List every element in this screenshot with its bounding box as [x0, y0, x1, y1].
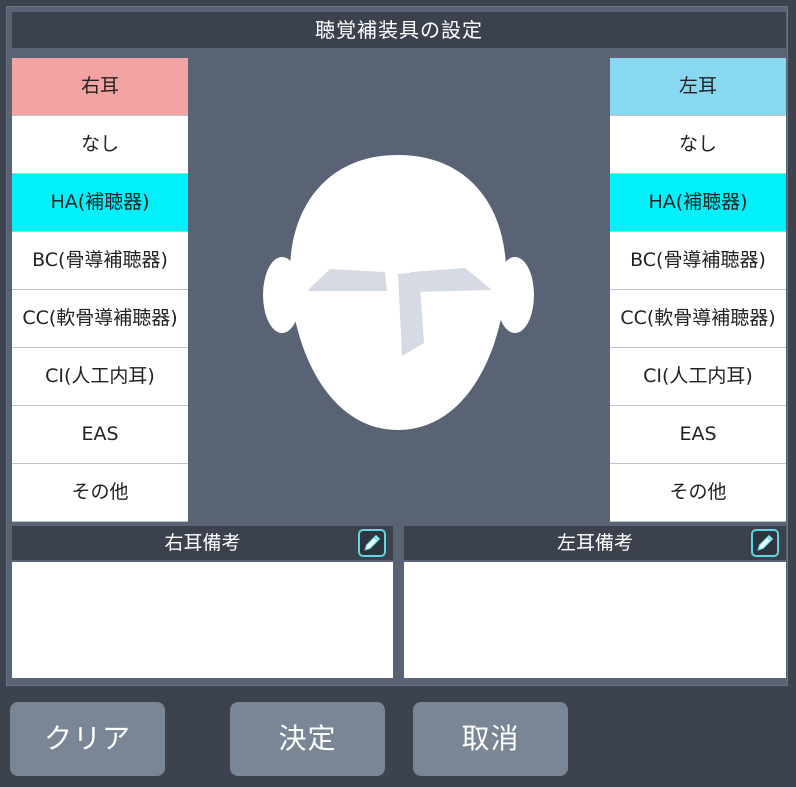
right-ear-memo-panel: 右耳備考 [12, 526, 393, 678]
left-ear-memo-panel: 左耳備考 [404, 526, 786, 678]
left-ear-list: 左耳 なし HA(補聴器) BC(骨導補聴器) CC(軟骨導補聴器) CI(人工… [610, 58, 786, 522]
left-ear-option-ha[interactable]: HA(補聴器) [610, 174, 786, 231]
right-ear-option-cc[interactable]: CC(軟骨導補聴器) [12, 290, 188, 347]
left-ear-option-cc[interactable]: CC(軟骨導補聴器) [610, 290, 786, 347]
left-ear-option-ci[interactable]: CI(人工内耳) [610, 348, 786, 405]
left-ear-memo-label: 左耳備考 [404, 526, 786, 560]
confirm-button[interactable]: 決定 [230, 702, 385, 776]
left-ear-option-eas[interactable]: EAS [610, 406, 786, 463]
face-illustration [263, 155, 534, 430]
right-ear-option-ha[interactable]: HA(補聴器) [12, 174, 188, 231]
left-ear-option-none[interactable]: なし [610, 116, 786, 173]
right-ear-memo-label: 右耳備考 [12, 526, 393, 560]
right-ear-header: 右耳 [12, 58, 188, 115]
right-ear-option-eas[interactable]: EAS [12, 406, 188, 463]
pencil-icon[interactable] [358, 529, 386, 557]
right-ear-option-other[interactable]: その他 [12, 464, 188, 521]
left-ear-option-bc[interactable]: BC(骨導補聴器) [610, 232, 786, 289]
right-ear-option-bc[interactable]: BC(骨導補聴器) [12, 232, 188, 289]
left-ear-option-other[interactable]: その他 [610, 464, 786, 521]
right-ear-memo-input[interactable] [12, 562, 393, 678]
right-ear-option-ci[interactable]: CI(人工内耳) [12, 348, 188, 405]
left-ear-memo-input[interactable] [404, 562, 786, 678]
left-ear-header: 左耳 [610, 58, 786, 115]
clear-button[interactable]: クリア [10, 702, 165, 776]
right-ear-list: 右耳 なし HA(補聴器) BC(骨導補聴器) CC(軟骨導補聴器) CI(人工… [12, 58, 188, 522]
right-ear-option-none[interactable]: なし [12, 116, 188, 173]
dialog-title: 聴覚補装具の設定 [12, 12, 786, 48]
head-shape [289, 155, 507, 430]
pencil-icon[interactable] [751, 529, 779, 557]
cancel-button[interactable]: 取消 [413, 702, 568, 776]
